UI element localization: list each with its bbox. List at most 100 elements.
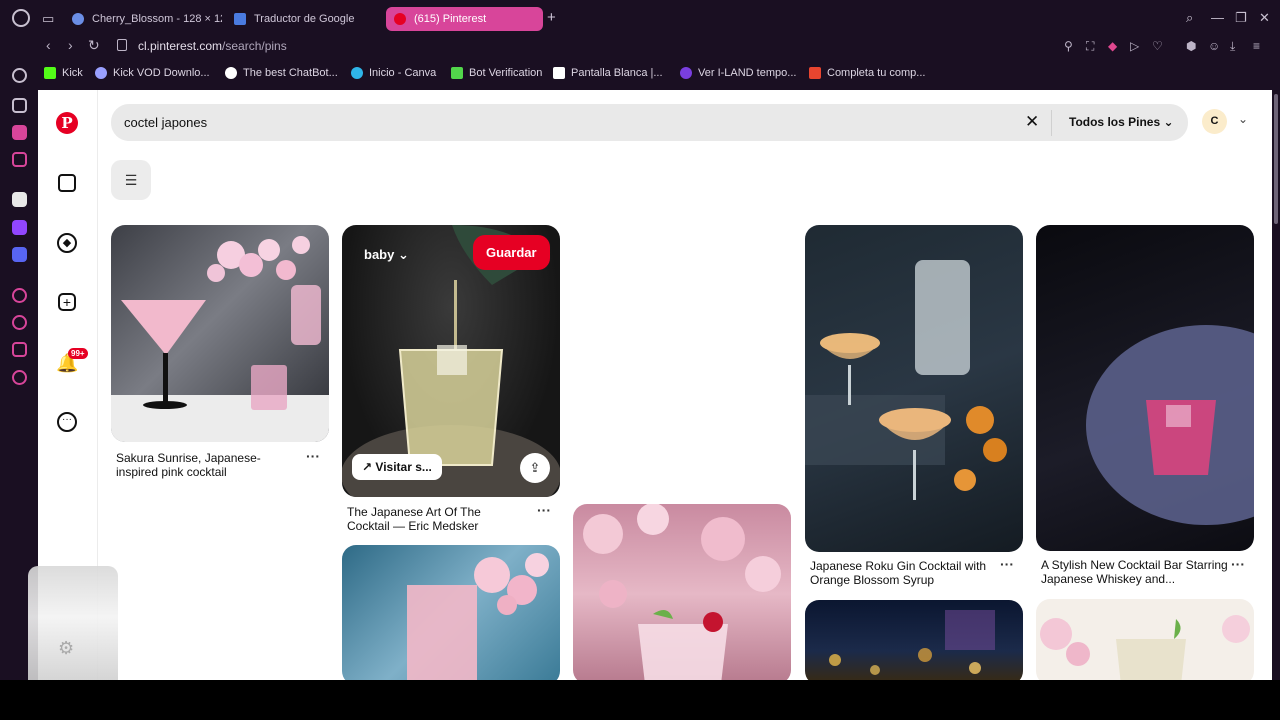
filter-button[interactable]: ☰ <box>111 160 151 200</box>
bookmark-item[interactable]: Kick <box>44 67 83 79</box>
bookmark-favicon-icon <box>553 67 565 79</box>
search-input[interactable]: coctel japones <box>124 115 207 130</box>
pin-more-icon[interactable]: ··· <box>1000 556 1014 572</box>
history-circle-icon[interactable] <box>12 68 27 83</box>
share-icon[interactable]: ⇪ <box>520 453 550 483</box>
tab-label: Cherry_Blossom - 128 × 12 <box>92 13 222 25</box>
avatar[interactable]: C <box>1202 109 1227 134</box>
snapshot-icon[interactable]: ⛶ <box>1086 39 1094 54</box>
scope-dropdown[interactable]: Todos los Pines ⌄ <box>1069 115 1174 129</box>
visit-site-button[interactable]: ↗ Visitar s... <box>352 454 442 480</box>
download-icon[interactable]: ⤓ <box>1230 39 1235 54</box>
bookmark-item[interactable]: Bot Verification <box>451 67 542 79</box>
pinterest-logo-icon[interactable]: P <box>56 112 78 134</box>
floating-glass-widget <box>28 566 118 694</box>
new-tab-button[interactable]: + <box>547 9 556 26</box>
pin-white-cocktail-illustration <box>1040 615 1250 680</box>
bookmark-label: Bot Verification <box>469 67 543 79</box>
pin-icon[interactable]: ⚲ <box>1064 39 1073 53</box>
scrollbar[interactable] <box>1272 90 1280 680</box>
pin-more-icon[interactable]: ··· <box>1231 556 1245 572</box>
forward-button[interactable]: › <box>68 37 73 53</box>
tab-cherry-blossom[interactable]: Cherry_Blossom - 128 × 12 <box>64 7 222 31</box>
pin-image[interactable] <box>342 545 560 680</box>
bookmark-label: Inicio - Canva <box>369 67 437 79</box>
pin-image[interactable] <box>805 225 1023 552</box>
bookmark-item[interactable]: Completa tu comp... <box>809 67 925 79</box>
pin-whiskey-illustration <box>1086 325 1254 525</box>
minimize-button[interactable]: — <box>1211 10 1224 25</box>
pin-image[interactable] <box>1036 225 1254 551</box>
bookmark-item[interactable]: Kick VOD Downlo... <box>95 67 210 79</box>
clear-search-icon[interactable]: ✕ <box>1025 112 1039 132</box>
reload-button[interactable]: ↻ <box>88 37 100 54</box>
pin-caption[interactable]: A Stylish New Cocktail Bar Starring Japa… <box>1041 558 1231 586</box>
lock-icon <box>117 39 127 51</box>
bookmark-label: Ver I-LAND tempo... <box>698 67 797 79</box>
extensions-sidebar-icon[interactable] <box>12 342 27 357</box>
url-path: /search/pins <box>222 39 287 53</box>
pin-more-icon[interactable]: ··· <box>537 502 551 518</box>
explore-icon[interactable]: ◆ <box>57 233 77 253</box>
player-icon[interactable]: ▷ <box>1130 39 1139 53</box>
player-sidebar-icon[interactable] <box>12 288 27 303</box>
bookmark-item[interactable]: Inicio - Canva <box>351 67 436 79</box>
twitch-icon[interactable] <box>12 220 27 235</box>
address-bar: ‹ › ↻ cl.pinterest.com/search/pins ⚲ ⛶ ◆… <box>0 36 1280 58</box>
bookmarks-bar: Kick Kick VOD Downlo... The best ChatBot… <box>0 62 1280 86</box>
bookmark-label: Pantalla Blanca |... <box>571 67 663 79</box>
extensions-icon[interactable]: ⬢ <box>1186 39 1196 53</box>
scrollbar-thumb[interactable] <box>1274 94 1278 224</box>
tab-label: Traductor de Google <box>254 13 355 25</box>
heart-icon[interactable]: ♡ <box>1152 39 1163 53</box>
search-bar[interactable]: coctel japones ✕ Todos los Pines ⌄ <box>111 104 1188 141</box>
tab-islands-icon[interactable]: ▭ <box>42 11 54 27</box>
create-icon[interactable]: + <box>58 293 76 311</box>
visit-label: Visitar s... <box>375 460 432 474</box>
pin-caption[interactable]: The Japanese Art Of The Cocktail — Eric … <box>347 505 517 533</box>
pin-caption[interactable]: Japanese Roku Gin Cocktail with Orange B… <box>810 559 1000 587</box>
pin-image[interactable]: baby ⌄ Guardar ↗ Visitar s... ⇪ <box>342 225 560 497</box>
tab-favicon-icon <box>72 13 84 25</box>
gear-icon[interactable]: ⚙ <box>58 638 74 659</box>
shield-icon[interactable]: ◆ <box>1108 39 1117 53</box>
bookmark-item[interactable]: Pantalla Blanca |... <box>553 67 663 79</box>
bookmark-favicon-icon <box>809 67 821 79</box>
close-window-button[interactable]: ✕ <box>1259 10 1270 26</box>
profile-icon[interactable]: ☺ <box>1208 39 1220 53</box>
pin-more-icon[interactable]: ··· <box>306 448 320 464</box>
save-button[interactable]: Guardar <box>473 235 550 270</box>
chevron-down-icon: ⌄ <box>397 247 409 262</box>
pin-image[interactable] <box>805 600 1023 680</box>
home-icon[interactable] <box>58 174 76 192</box>
opera-logo-icon[interactable] <box>12 9 30 27</box>
vpn-icon[interactable] <box>12 192 27 207</box>
bookmark-favicon-icon <box>44 67 56 79</box>
back-button[interactable]: ‹ <box>46 37 51 53</box>
settings-sidebar-icon[interactable] <box>12 370 27 385</box>
messages-icon[interactable]: ··· <box>57 412 77 432</box>
pinboard-icon[interactable] <box>12 125 27 140</box>
tab-translator[interactable]: Traductor de Google <box>226 7 384 31</box>
bookmark-item[interactable]: Ver I-LAND tempo... <box>680 67 796 79</box>
tab-label: (615) Pinterest <box>414 13 487 25</box>
restore-button[interactable]: ❐ <box>1235 10 1247 26</box>
search-tabs-icon[interactable]: ⌕ <box>1186 10 1193 26</box>
bookmark-item[interactable]: The best ChatBot... <box>225 67 338 79</box>
pin-roku-gin-illustration <box>805 260 1007 500</box>
menu-icon[interactable]: ≡ <box>1253 39 1260 53</box>
board-label: baby <box>364 247 395 262</box>
pin-caption[interactable]: Sakura Sunrise, Japanese-inspired pink c… <box>116 451 286 479</box>
clock-icon[interactable] <box>12 315 27 330</box>
tab-pinterest[interactable]: (615) Pinterest <box>386 7 543 31</box>
account-chevron-icon[interactable]: ⌄ <box>1238 112 1248 126</box>
aria-icon[interactable] <box>12 98 27 113</box>
bookmark-label: Completa tu comp... <box>827 67 926 79</box>
pin-image[interactable] <box>1036 599 1254 680</box>
pin-image[interactable] <box>111 225 329 442</box>
mail-icon[interactable] <box>12 152 27 167</box>
board-selector[interactable]: baby ⌄ <box>364 247 409 263</box>
url-field[interactable]: cl.pinterest.com/search/pins <box>138 39 287 53</box>
discord-icon[interactable] <box>12 247 27 262</box>
pin-image[interactable] <box>573 504 791 680</box>
